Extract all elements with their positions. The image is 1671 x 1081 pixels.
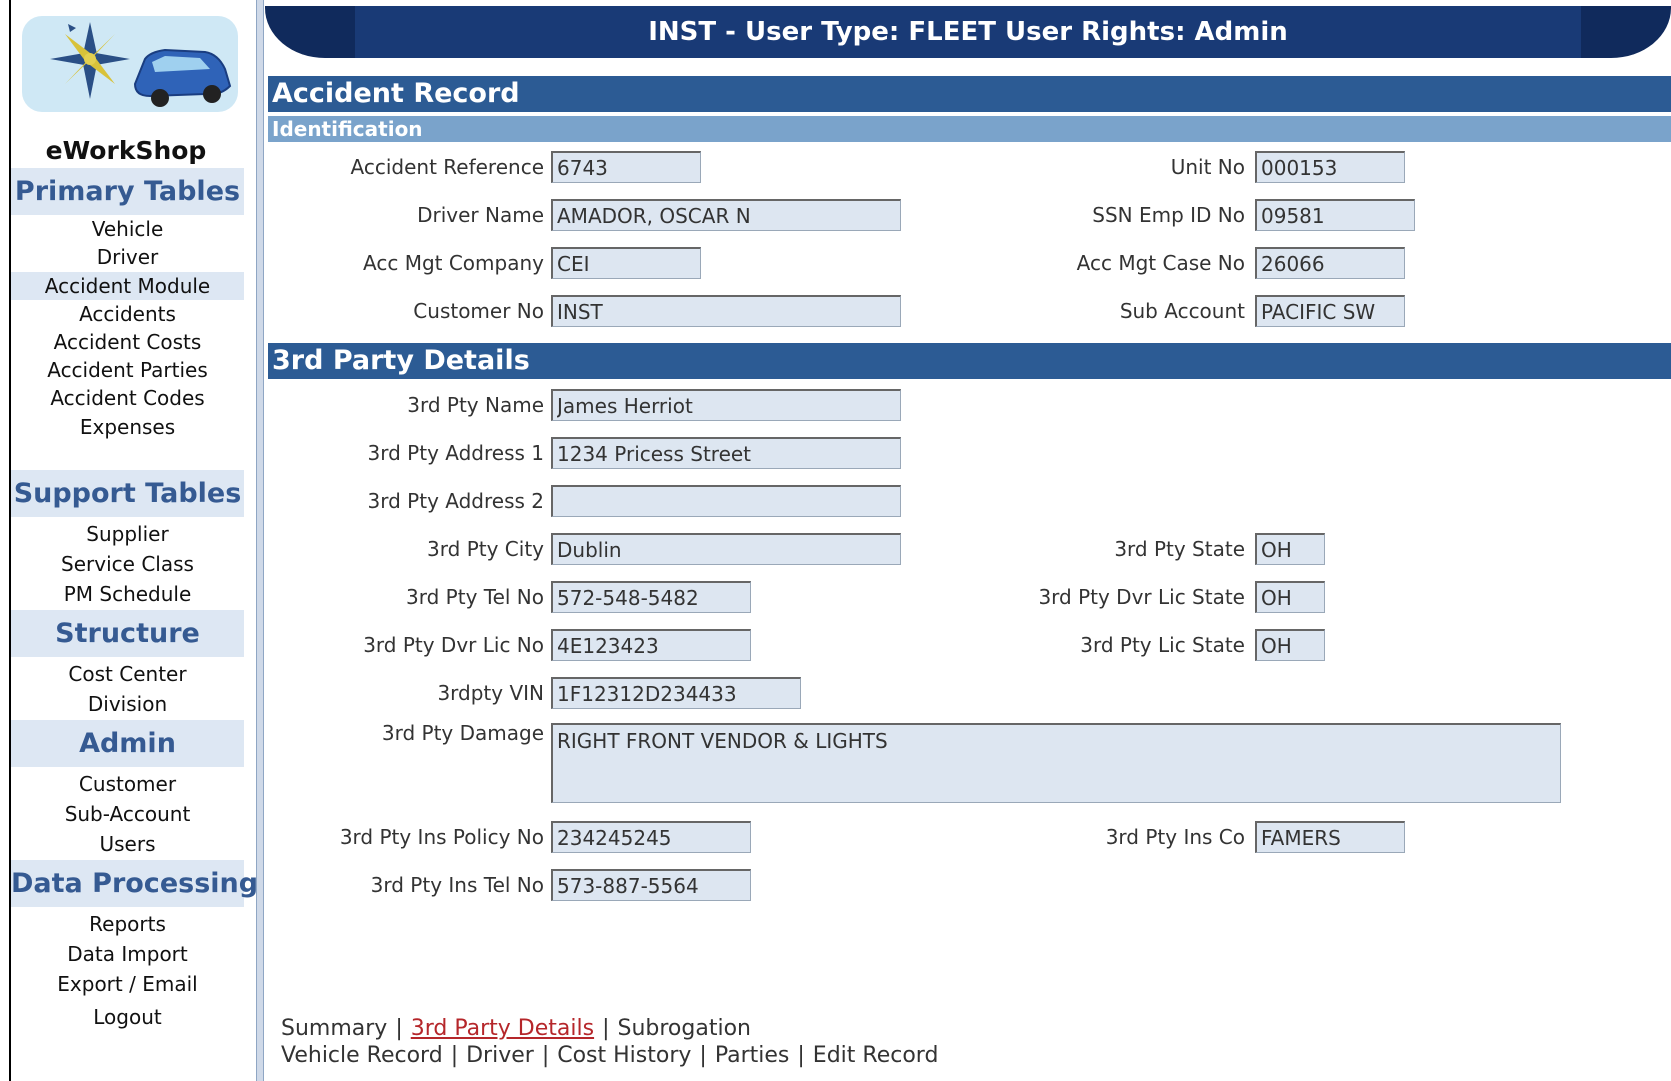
third-pty-ins-co-field[interactable] — [1255, 821, 1405, 853]
nav-data-import[interactable]: Data Import — [11, 940, 244, 968]
ssn-emp-id-field[interactable] — [1255, 199, 1415, 231]
link-vehicle-record[interactable]: Vehicle Record — [281, 1043, 443, 1068]
nav-accident-parties[interactable]: Accident Parties — [11, 356, 244, 384]
link-separator: | — [395, 1016, 403, 1041]
app-name: eWorkShop — [45, 136, 207, 165]
customer-no-field[interactable] — [551, 295, 901, 327]
app-logo — [22, 16, 238, 112]
third-pty-ins-co-label: 3rd Pty Ins Co — [1105, 825, 1245, 849]
link-separator: | — [797, 1043, 805, 1068]
nav-reports[interactable]: Reports — [11, 910, 244, 938]
third-pty-tel-no-label: 3rd Pty Tel No — [406, 585, 544, 609]
header-bar: INST - User Type: FLEET User Rights: Adm… — [265, 6, 1671, 58]
section-primary-tables: Primary Tables — [11, 168, 244, 215]
third-pty-address2-field[interactable] — [551, 485, 901, 517]
identification-heading: Identification — [268, 116, 1671, 142]
link-separator: | — [699, 1043, 707, 1068]
nav-accident-module[interactable]: Accident Module — [11, 272, 244, 300]
customer-no-label: Customer No — [413, 299, 544, 323]
sub-account-field[interactable] — [1255, 295, 1405, 327]
link-separator: | — [602, 1016, 610, 1041]
acc-mgt-case-no-field[interactable] — [1255, 247, 1405, 279]
third-pty-city-field[interactable] — [551, 533, 901, 565]
link-parties[interactable]: Parties — [715, 1043, 790, 1068]
link-separator: | — [541, 1043, 550, 1068]
third-pty-dvr-lic-no-label: 3rd Pty Dvr Lic No — [363, 633, 544, 657]
section-support-tables: Support Tables — [11, 470, 244, 517]
nav-supplier[interactable]: Supplier — [11, 520, 244, 548]
accident-reference-label: Accident Reference — [350, 155, 544, 179]
section-admin: Admin — [11, 720, 244, 767]
third-pty-damage-label: 3rd Pty Damage — [381, 721, 544, 745]
third-pty-tel-no-field[interactable] — [551, 581, 751, 613]
third-pty-ins-policy-no-field[interactable] — [551, 821, 751, 853]
nav-accident-codes[interactable]: Accident Codes — [11, 384, 244, 412]
third-pty-ins-tel-no-field[interactable] — [551, 869, 751, 901]
third-party-heading: 3rd Party Details — [268, 343, 1671, 379]
third-pty-address2-label: 3rd Pty Address 2 — [367, 489, 544, 513]
nav-logout[interactable]: Logout — [11, 1003, 244, 1031]
third-pty-dvr-lic-state-field[interactable] — [1255, 581, 1325, 613]
nav-export-email[interactable]: Export / Email — [11, 970, 244, 998]
third-pty-vin-field[interactable] — [551, 677, 801, 709]
link-driver[interactable]: Driver — [466, 1043, 534, 1068]
third-pty-ins-tel-no-label: 3rd Pty Ins Tel No — [370, 873, 544, 897]
nav-driver[interactable]: Driver — [11, 243, 244, 271]
driver-name-label: Driver Name — [417, 203, 544, 227]
nav-vehicle[interactable]: Vehicle — [11, 215, 244, 243]
driver-name-field[interactable] — [551, 199, 901, 231]
sidebar-divider — [256, 0, 264, 1081]
nav-accidents[interactable]: Accidents — [11, 300, 244, 328]
third-pty-damage-field[interactable]: RIGHT FRONT VENDOR & LIGHTS — [551, 723, 1561, 803]
header-title: INST - User Type: FLEET User Rights: Adm… — [648, 17, 1288, 47]
link-summary[interactable]: Summary — [281, 1016, 387, 1041]
third-pty-state-label: 3rd Pty State — [1114, 537, 1245, 561]
acc-mgt-case-no-label: Acc Mgt Case No — [1076, 251, 1245, 275]
third-pty-state-field[interactable] — [1255, 533, 1325, 565]
link-3rd-party-details[interactable]: 3rd Party Details — [411, 1016, 594, 1041]
ssn-emp-id-label: SSN Emp ID No — [1092, 203, 1245, 227]
nav-division[interactable]: Division — [11, 690, 244, 718]
third-pty-address1-label: 3rd Pty Address 1 — [367, 441, 544, 465]
accident-reference-field[interactable] — [551, 151, 701, 183]
link-edit-record[interactable]: Edit Record — [813, 1043, 939, 1068]
nav-expenses[interactable]: Expenses — [11, 413, 244, 441]
nav-sub-account[interactable]: Sub-Account — [11, 800, 244, 828]
third-pty-dvr-lic-no-field[interactable] — [551, 629, 751, 661]
acc-mgt-company-field[interactable] — [551, 247, 701, 279]
nav-customer[interactable]: Customer — [11, 770, 244, 798]
footer-links-row1: Summary | 3rd Party Details | Subrogation — [281, 1016, 751, 1041]
footer-links-row2: Vehicle Record | Driver | Cost History | Parti… — [281, 1043, 938, 1068]
link-subrogation[interactable]: Subrogation — [618, 1016, 751, 1041]
link-separator: | — [450, 1043, 459, 1068]
link-cost-history[interactable]: Cost History — [557, 1043, 691, 1068]
acc-mgt-company-label: Acc Mgt Company — [363, 251, 544, 275]
nav-cost-center[interactable]: Cost Center — [11, 660, 244, 688]
nav-accident-costs[interactable]: Accident Costs — [11, 328, 244, 356]
third-pty-lic-state-label: 3rd Pty Lic State — [1080, 633, 1245, 657]
nav-service-class[interactable]: Service Class — [11, 550, 244, 578]
third-pty-address1-field[interactable] — [551, 437, 901, 469]
third-pty-vin-label: 3rdpty VIN — [437, 681, 544, 705]
unit-no-label: Unit No — [1170, 155, 1245, 179]
sub-account-label: Sub Account — [1119, 299, 1245, 323]
section-data-processing: Data Processing — [11, 860, 258, 907]
third-pty-ins-policy-no-label: 3rd Pty Ins Policy No — [339, 825, 544, 849]
unit-no-field[interactable] — [1255, 151, 1405, 183]
third-pty-dvr-lic-state-label: 3rd Pty Dvr Lic State — [1038, 585, 1245, 609]
nav-pm-schedule[interactable]: PM Schedule — [11, 580, 244, 608]
third-pty-name-label: 3rd Pty Name — [407, 393, 544, 417]
third-pty-name-field[interactable] — [551, 389, 901, 421]
section-structure: Structure — [11, 610, 244, 657]
third-pty-city-label: 3rd Pty City — [427, 537, 544, 561]
third-pty-lic-state-field[interactable] — [1255, 629, 1325, 661]
nav-users[interactable]: Users — [11, 830, 244, 858]
page-title: Accident Record — [268, 76, 1671, 112]
